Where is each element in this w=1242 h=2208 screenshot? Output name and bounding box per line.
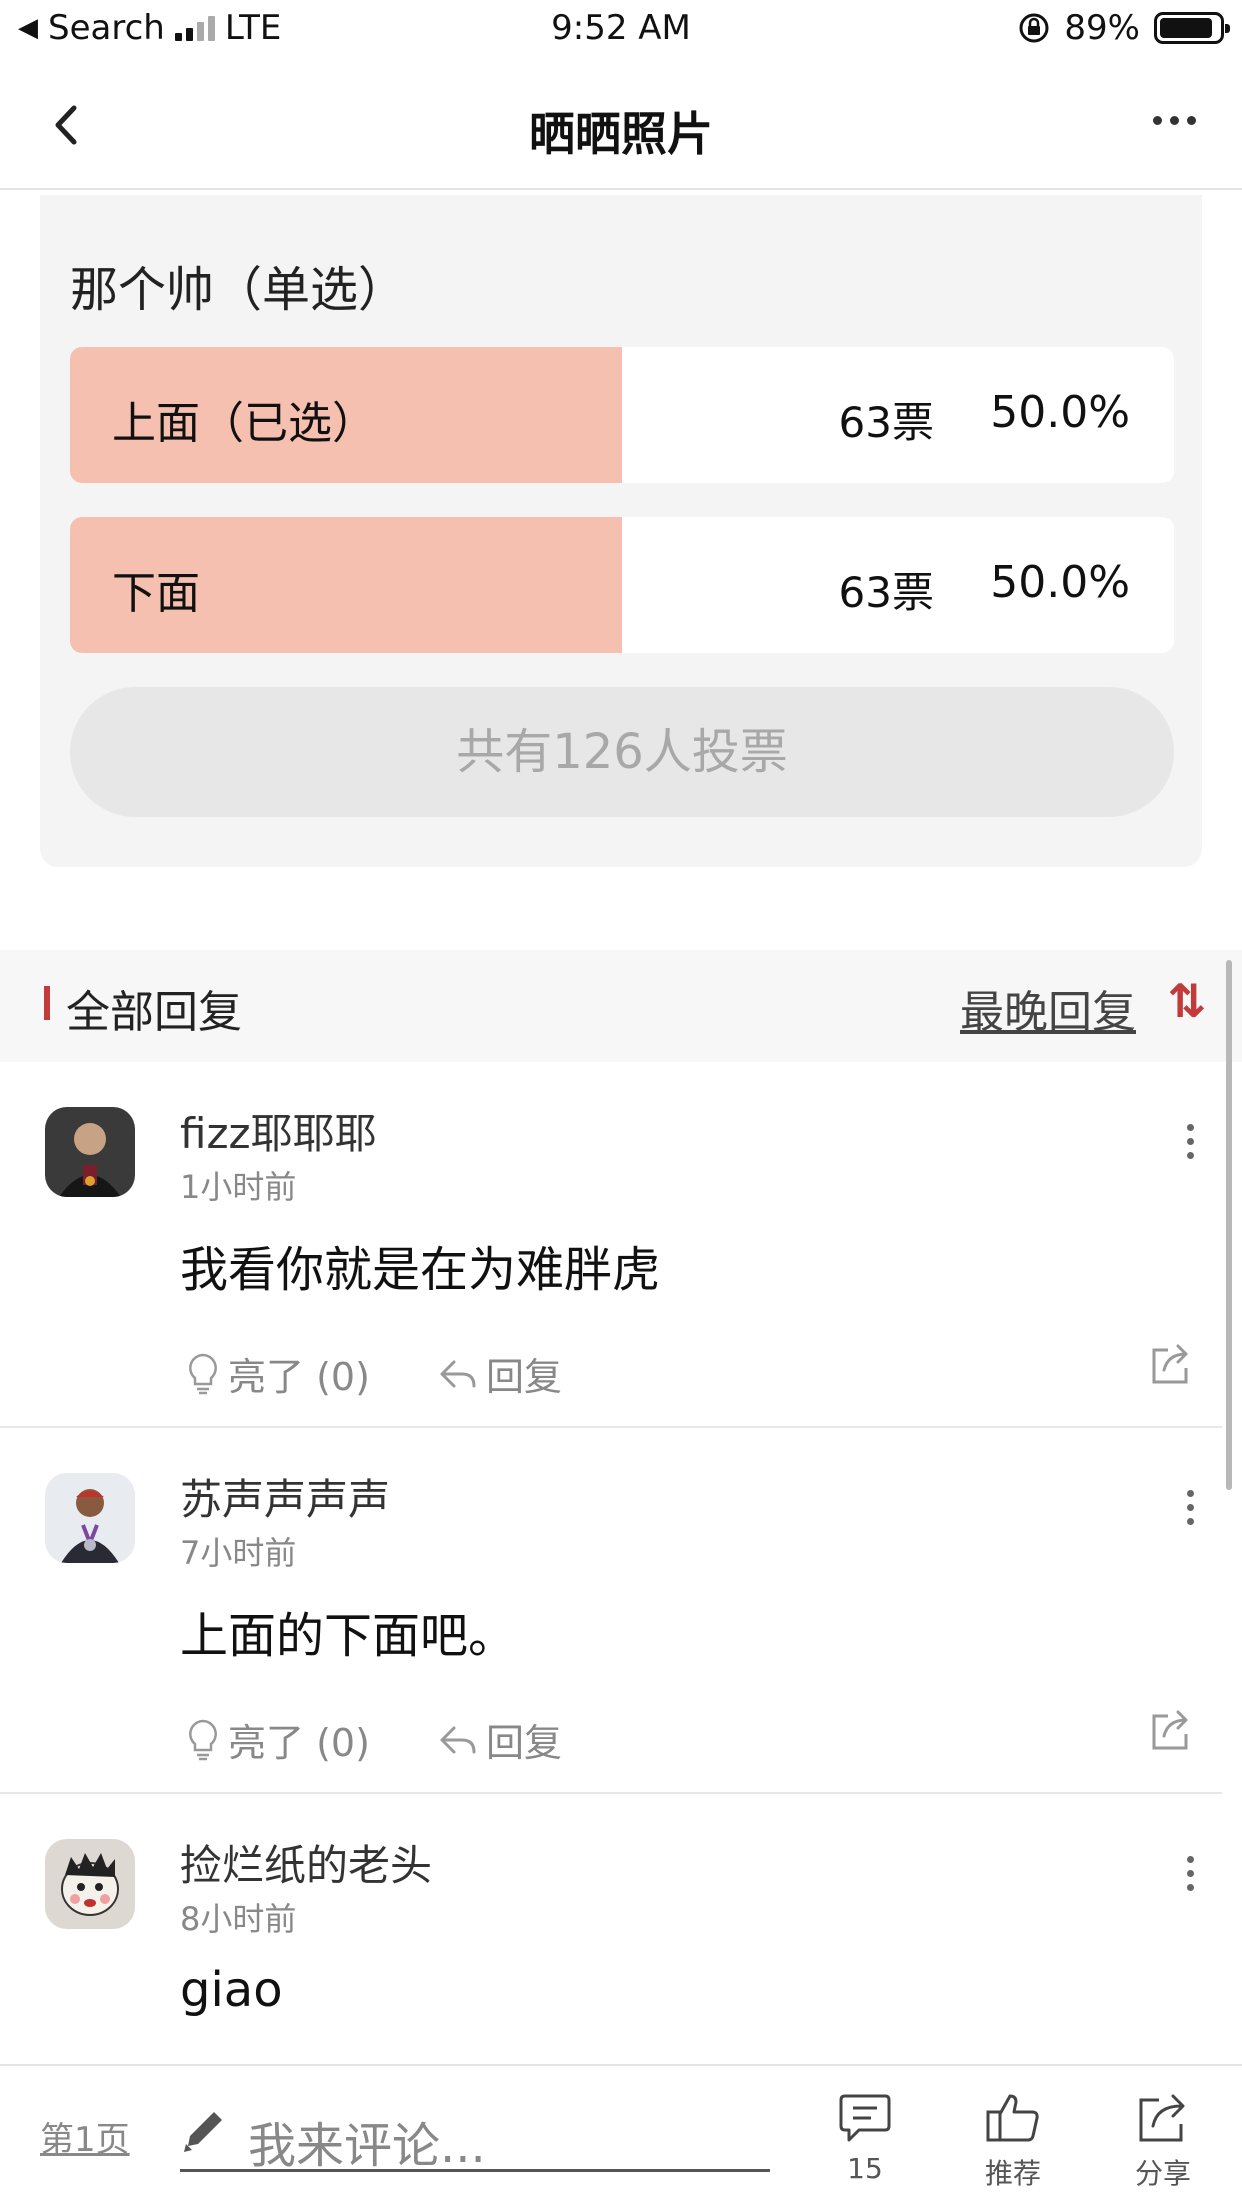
comment-text: 上面的下面吧。 — [180, 1608, 517, 1664]
lightbulb-icon — [189, 1353, 217, 1394]
orientation-lock-icon — [1019, 13, 1049, 43]
comment-item: fizz耶耶耶 1小时前 我看你就是在为难胖虎 亮了 (0) 回复 — [0, 1062, 1222, 1428]
nav-bar: 晒晒照片 — [0, 60, 1242, 190]
poll-card: 那个帅（单选） 上面（已选） 63票 50.0% 下面 63票 50.0% 共有… — [40, 195, 1202, 867]
poll-option-1-percent: 50.0% — [990, 387, 1130, 438]
share-button[interactable]: 分享 — [1108, 2092, 1218, 2192]
like-label: 亮了 (0) — [228, 1355, 370, 1399]
reply-arrow-icon — [440, 1726, 476, 1753]
poll-option-1-votes: 63票 — [838, 398, 934, 447]
scrollbar[interactable] — [1226, 960, 1232, 1490]
sort-button[interactable]: 最晚回复 — [960, 976, 1136, 1040]
recommend-label: 推荐 — [984, 2157, 1041, 2190]
comment-time: 8小时前 — [180, 1900, 297, 1938]
bottom-bar: 第1页 我来评论... 15 推荐 分享 — [0, 2064, 1242, 2208]
pencil-icon — [184, 2112, 222, 2152]
status-right: 89% — [1018, 8, 1230, 48]
section-marker — [44, 986, 50, 1020]
comment-count: 15 — [847, 2152, 883, 2185]
poll-option-2[interactable]: 下面 63票 50.0% — [70, 517, 1174, 653]
comment-more-icon[interactable] — [1187, 1856, 1194, 1891]
page-indicator[interactable]: 第1页 — [40, 2112, 130, 2161]
sort-icon[interactable]: ⇅ — [1167, 974, 1206, 1028]
share-icon[interactable] — [1148, 1708, 1194, 1754]
replies-title: 全部回复 — [66, 987, 242, 1038]
comment-bubble-icon — [839, 2094, 891, 2142]
poll-option-1[interactable]: 上面（已选） 63票 50.0% — [70, 347, 1174, 483]
poll-option-1-label: 上面（已选） — [112, 398, 376, 449]
comment-more-icon[interactable] — [1187, 1124, 1194, 1159]
battery-icon — [1154, 12, 1230, 44]
poll-option-2-votes: 63票 — [838, 568, 934, 617]
status-bar: ◀ Search LTE 9:52 AM 89% — [0, 0, 1242, 60]
reply-arrow-icon — [440, 1360, 476, 1387]
share-icon — [1139, 2094, 1185, 2142]
comment-text: giao — [180, 1962, 283, 2018]
avatar[interactable] — [45, 1473, 135, 1563]
avatar[interactable] — [45, 1839, 135, 1929]
like-button[interactable]: 亮了 (0) — [186, 1712, 370, 1767]
comment-time: 1小时前 — [180, 1168, 297, 1206]
comment-time: 7小时前 — [180, 1534, 297, 1572]
more-options-icon[interactable] — [1153, 116, 1196, 125]
comment-more-icon[interactable] — [1187, 1490, 1194, 1525]
share-icon[interactable] — [1148, 1342, 1194, 1388]
comment-item: 苏声声声声 7小时前 上面的下面吧。 亮了 (0) 回复 — [0, 1428, 1222, 1794]
comment-username[interactable]: 苏声声声声 — [180, 1466, 390, 1527]
comment-item: 捡烂纸的老头 8小时前 giao — [0, 1794, 1222, 2064]
thumbs-up-icon — [986, 2094, 1039, 2142]
comment-text: 我看你就是在为难胖虎 — [180, 1242, 661, 1298]
share-label: 分享 — [1134, 2157, 1191, 2190]
reply-button[interactable]: 回复 — [438, 1712, 562, 1767]
comment-username[interactable]: 捡烂纸的老头 — [180, 1832, 432, 1893]
page-title: 晒晒照片 — [529, 107, 713, 161]
battery-percent: 89% — [1064, 8, 1140, 48]
recommend-button[interactable]: 推荐 — [958, 2092, 1068, 2192]
comments-button[interactable]: 15 — [810, 2092, 920, 2185]
like-label: 亮了 (0) — [228, 1721, 370, 1765]
poll-total-button[interactable]: 共有126人投票 — [70, 687, 1174, 817]
comment-placeholder: 我来评论... — [248, 2118, 486, 2174]
avatar[interactable] — [45, 1107, 135, 1197]
like-button[interactable]: 亮了 (0) — [186, 1346, 370, 1401]
poll-option-2-label: 下面 — [112, 568, 200, 619]
reply-label: 回复 — [486, 1721, 563, 1765]
reply-button[interactable]: 回复 — [438, 1346, 562, 1401]
reply-label: 回复 — [486, 1355, 563, 1399]
comment-input[interactable]: 我来评论... — [180, 2094, 770, 2174]
poll-question: 那个帅（单选） — [70, 262, 407, 318]
poll-option-2-percent: 50.0% — [990, 557, 1130, 608]
lightbulb-icon — [189, 1719, 217, 1760]
replies-header: 全部回复 最晚回复 ⇅ — [0, 950, 1242, 1062]
comment-username[interactable]: fizz耶耶耶 — [180, 1100, 377, 1161]
